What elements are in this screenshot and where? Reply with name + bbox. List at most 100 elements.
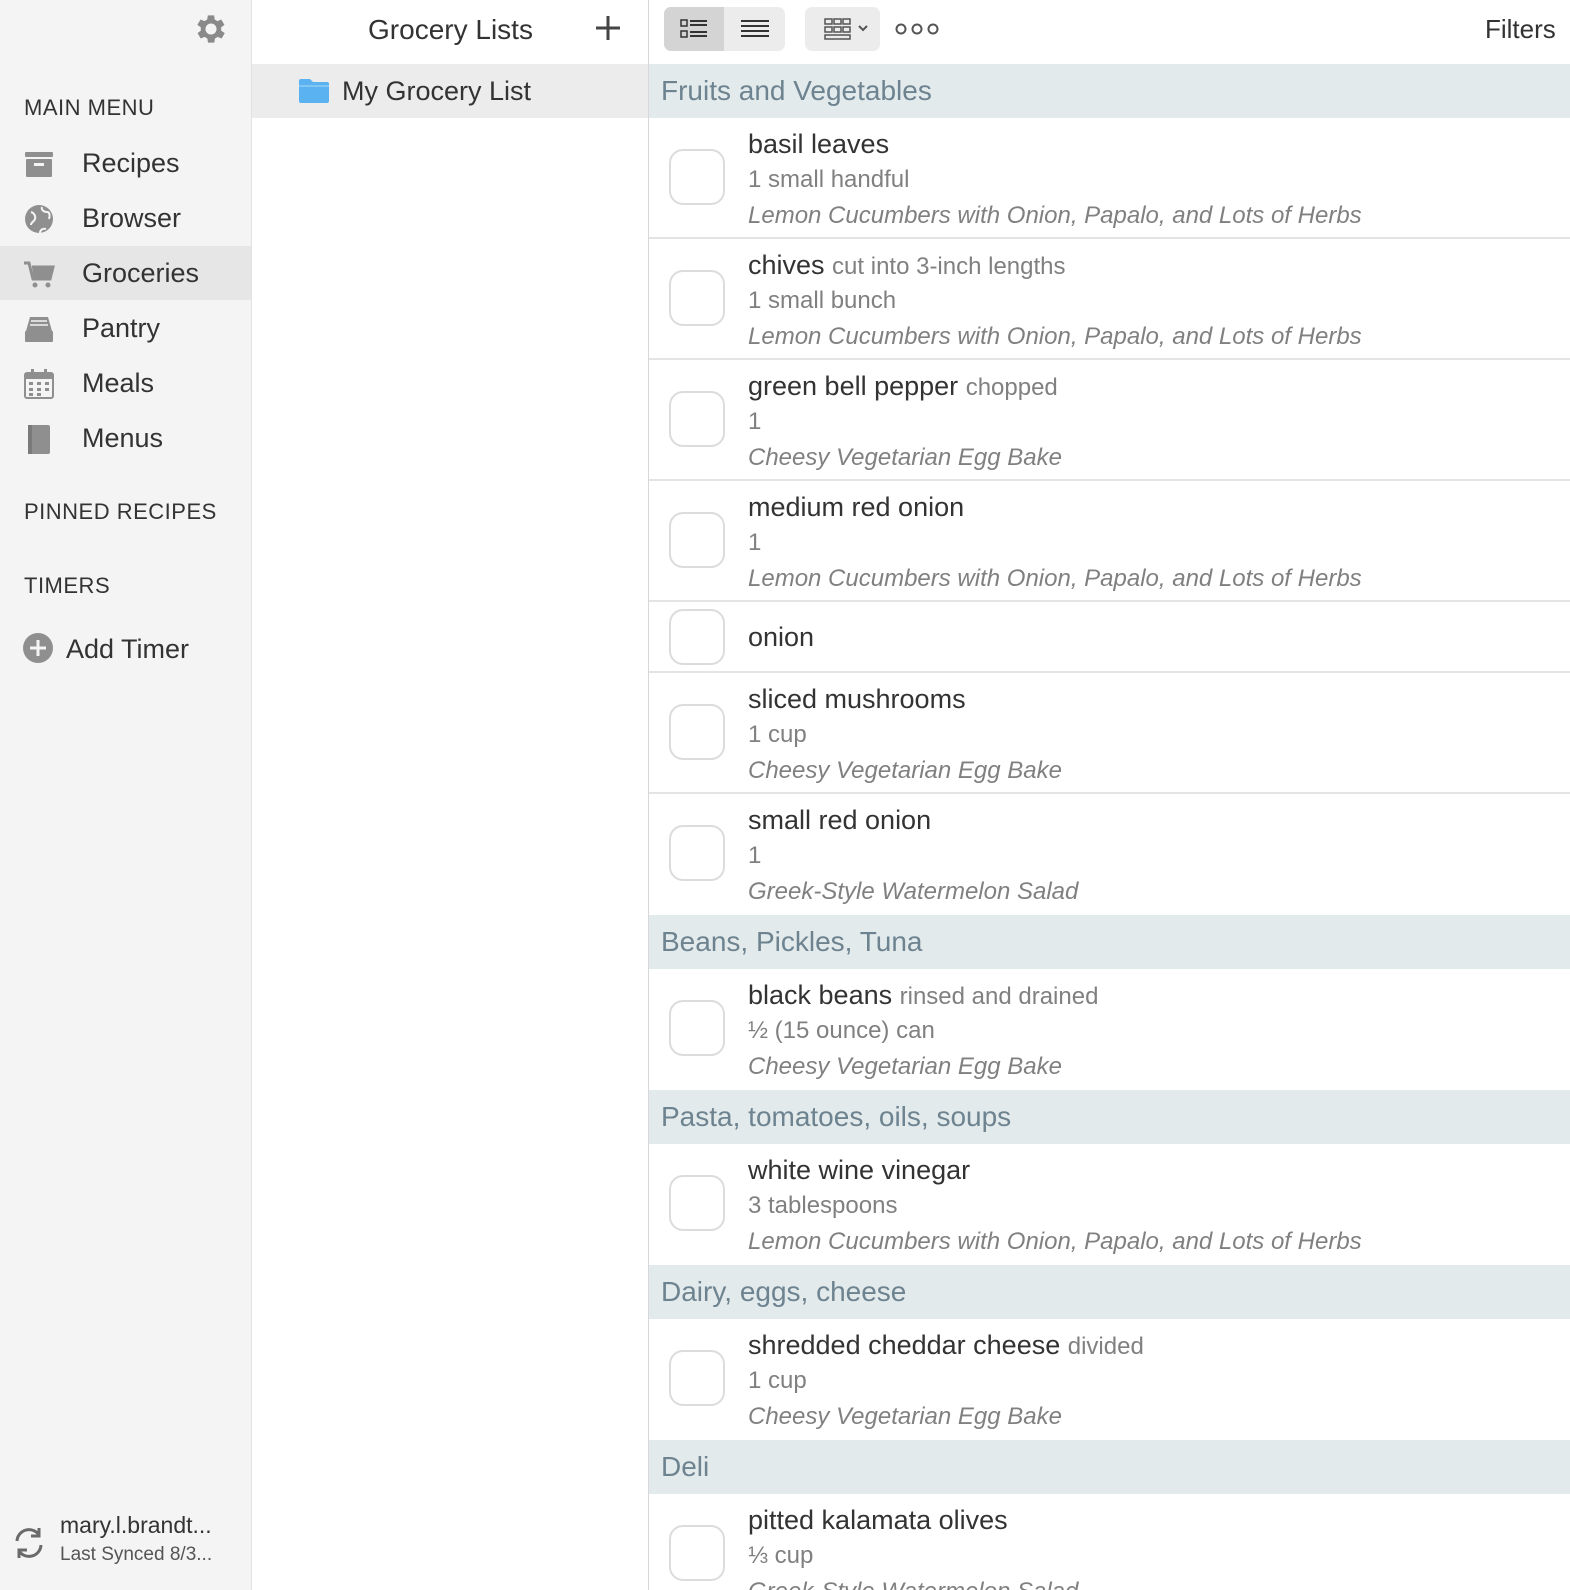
grid-icon	[824, 18, 868, 40]
category-header: Deli	[649, 1440, 1570, 1494]
item-checkbox[interactable]	[669, 1350, 725, 1406]
item-name: pitted kalamata olives	[748, 1505, 1008, 1535]
sidebar-item-browser[interactable]: Browser	[0, 191, 251, 245]
grocery-item: shredded cheddar cheese divided 1 cup Ch…	[649, 1319, 1570, 1440]
pinned-recipes-heading: PINNED RECIPES	[24, 499, 217, 524]
item-recipe: Greek-Style Watermelon Salad	[748, 1578, 1078, 1590]
item-note: cut into 3-inch lengths	[832, 253, 1066, 280]
item-name: onion	[748, 622, 815, 652]
sidebar-item-label: Meals	[82, 367, 155, 398]
item-quantity: 1 small handful	[748, 166, 910, 193]
grocery-item: basil leaves 1 small handful Lemon Cucum…	[649, 118, 1570, 239]
folder-icon	[299, 79, 329, 103]
item-recipe: Lemon Cucumbers with Onion, Papalo, and …	[748, 202, 1362, 229]
item-checkbox[interactable]	[669, 609, 725, 665]
item-quantity: 1 small bunch	[748, 287, 897, 314]
item-checkbox[interactable]	[669, 149, 725, 205]
item-name-line: sliced mushrooms	[748, 684, 966, 715]
item-recipe: Lemon Cucumbers with Onion, Papalo, and …	[748, 323, 1362, 350]
item-quantity: ½ (15 ounce) can	[748, 1017, 935, 1044]
filters-button[interactable]: Filters	[1485, 14, 1556, 45]
more-options-icon[interactable]	[894, 16, 940, 42]
compact-list-icon	[741, 20, 769, 37]
item-checkbox[interactable]	[669, 704, 725, 760]
item-name-line: white wine vinegar	[748, 1155, 970, 1186]
timers-heading: TIMERS	[24, 573, 111, 598]
sidebar-item-recipes[interactable]: Recipes	[0, 136, 251, 190]
item-name-line: medium red onion	[748, 492, 964, 523]
item-checkbox[interactable]	[669, 1000, 725, 1056]
sidebar: MAIN MENU Recipes Browser Groceries Pant…	[0, 0, 252, 1590]
item-checkbox[interactable]	[669, 1525, 725, 1581]
sidebar-item-label: Pantry	[82, 312, 161, 343]
item-quantity: 3 tablespoons	[748, 1192, 898, 1219]
grid-view-dropdown[interactable]	[805, 7, 880, 51]
item-recipe: Cheesy Vegetarian Egg Bake	[748, 757, 1062, 784]
sidebar-item-label: Recipes	[82, 147, 180, 178]
item-recipe: Cheesy Vegetarian Egg Bake	[748, 444, 1062, 471]
cart-icon	[24, 261, 55, 288]
item-quantity: ⅓ cup	[748, 1542, 814, 1569]
item-checkbox[interactable]	[669, 512, 725, 568]
plus-circle-icon	[23, 633, 53, 663]
grocery-item: medium red onion 1 Lemon Cucumbers with …	[649, 481, 1570, 602]
item-name-line: shredded cheddar cheese divided	[748, 1330, 1144, 1361]
grocery-item: sliced mushrooms 1 cup Cheesy Vegetarian…	[649, 673, 1570, 794]
item-name: small red onion	[748, 805, 932, 835]
add-timer-button[interactable]: Add Timer	[22, 632, 242, 666]
detailed-list-view-button[interactable]	[664, 7, 724, 51]
item-quantity: 1 cup	[748, 721, 807, 748]
grocery-item-list: Fruits and Vegetables basil leaves 1 sma…	[649, 64, 1570, 1590]
sync-user: mary.l.brandt...	[60, 1512, 212, 1538]
category-header: Pasta, tomatoes, oils, soups	[649, 1090, 1570, 1144]
item-name: shredded cheddar cheese	[748, 1330, 1061, 1360]
item-name: medium red onion	[748, 492, 965, 522]
compact-list-view-button[interactable]	[725, 7, 785, 51]
item-checkbox[interactable]	[669, 391, 725, 447]
gear-icon[interactable]	[192, 10, 230, 48]
add-timer-label: Add Timer	[66, 633, 190, 664]
grocery-items-panel: Filters Fruits and Vegetables basil leav…	[649, 0, 1570, 1590]
main-menu-heading: MAIN MENU	[24, 95, 155, 120]
item-quantity: 1	[748, 529, 762, 556]
add-list-icon[interactable]	[590, 10, 626, 46]
sidebar-item-label: Groceries	[82, 257, 200, 288]
sync-status[interactable]: mary.l.brandt... Last Synced 8/3...	[10, 1512, 250, 1572]
item-name: sliced mushrooms	[748, 684, 966, 714]
last-synced-text: Last Synced 8/3...	[60, 1544, 213, 1565]
detailed-list-icon	[680, 19, 707, 38]
grocery-item: green bell pepper chopped 1 Cheesy Veget…	[649, 360, 1570, 481]
sidebar-item-menus[interactable]: Menus	[0, 411, 251, 465]
grocery-item: onion	[649, 602, 1570, 673]
grocery-item: pitted kalamata olives ⅓ cup Greek-Style…	[649, 1494, 1570, 1590]
toolbar: Filters	[649, 0, 1570, 64]
grocery-item: white wine vinegar 3 tablespoons Lemon C…	[649, 1144, 1570, 1265]
item-recipe: Greek-Style Watermelon Salad	[748, 878, 1079, 905]
sidebar-item-groceries[interactable]: Groceries	[0, 246, 251, 300]
sync-icon	[15, 1528, 43, 1558]
item-name-line: black beans rinsed and drained	[748, 980, 1098, 1011]
item-recipe: Lemon Cucumbers with Onion, Papalo, and …	[748, 565, 1362, 592]
item-checkbox[interactable]	[669, 1175, 725, 1231]
item-recipe: Cheesy Vegetarian Egg Bake	[748, 1053, 1062, 1080]
item-recipe: Cheesy Vegetarian Egg Bake	[748, 1403, 1062, 1430]
item-note: rinsed and drained	[899, 983, 1099, 1010]
item-name: white wine vinegar	[748, 1155, 971, 1185]
pantry-tray-icon	[25, 317, 53, 342]
list-name: My Grocery List	[342, 75, 532, 106]
sidebar-item-meals[interactable]: Meals	[0, 356, 251, 410]
item-name-line: green bell pepper chopped	[748, 371, 1058, 402]
item-quantity: 1 cup	[748, 1367, 807, 1394]
sidebar-item-label: Browser	[82, 202, 182, 233]
chevron-down-icon	[858, 25, 868, 32]
sidebar-item-pantry[interactable]: Pantry	[0, 301, 251, 355]
view-mode-segmented-control	[664, 7, 785, 51]
category-header: Beans, Pickles, Tuna	[649, 915, 1570, 969]
book-icon	[28, 425, 50, 454]
category-header: Fruits and Vegetables	[649, 64, 1570, 118]
item-checkbox[interactable]	[669, 270, 725, 326]
grocery-item: black beans rinsed and drained ½ (15 oun…	[649, 969, 1570, 1090]
item-checkbox[interactable]	[669, 825, 725, 881]
item-name: black beans	[748, 980, 893, 1010]
list-item-my-grocery-list[interactable]: My Grocery List	[252, 64, 648, 118]
